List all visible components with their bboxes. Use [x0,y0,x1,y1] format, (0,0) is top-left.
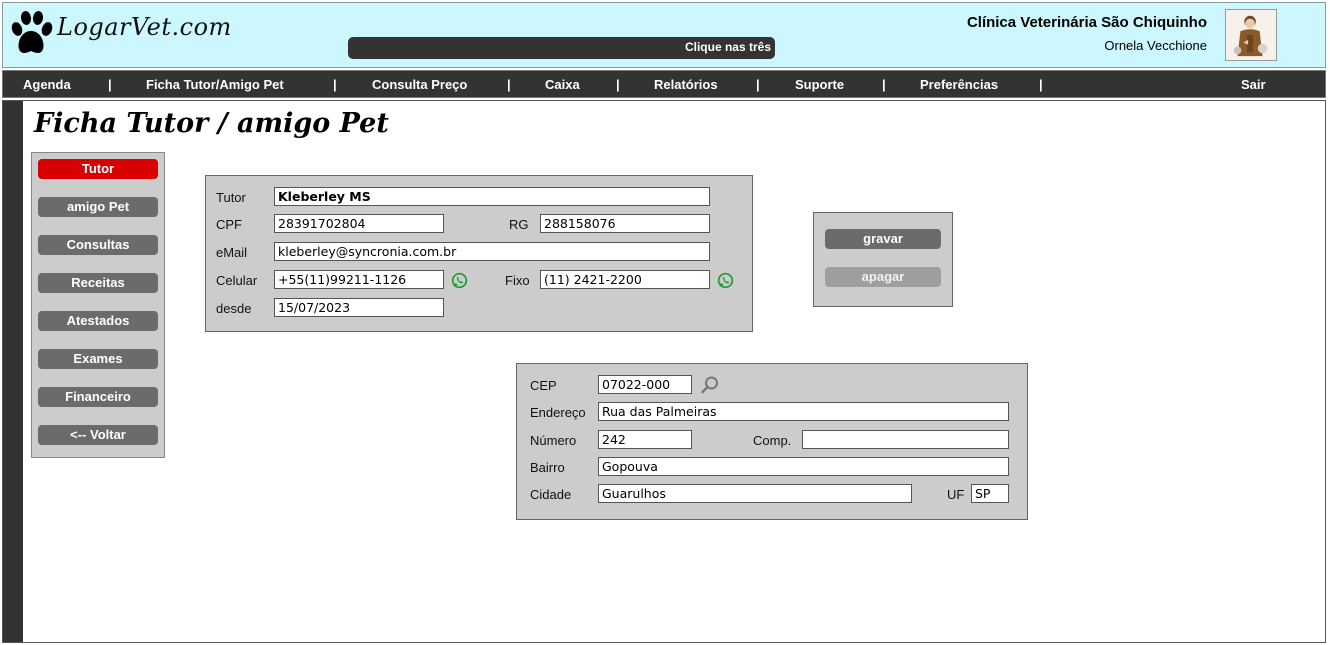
desde-label: desde [216,301,252,316]
app-logo-text: LogarVet.com [57,13,232,41]
uf-label: UF [947,487,965,502]
menu-item-caixa[interactable]: Caixa [545,76,580,93]
bairro-field[interactable]: Gopouva [598,457,1009,476]
whatsapp-icon[interactable] [451,272,468,289]
fixo-field[interactable]: (11) 2421-2200 [540,270,710,289]
main-menu-bar: Agenda | Ficha Tutor/Amigo Pet | Consult… [2,70,1326,98]
paw-print-icon [11,11,53,53]
delete-button[interactable]: apagar [825,267,941,287]
endereco-field[interactable]: Rua das Palmeiras [598,402,1009,421]
email-label: eMail [216,245,248,260]
news-ticker[interactable]: Clique nas três [348,37,775,59]
menu-item-agenda[interactable]: Agenda [23,76,71,93]
whatsapp-icon[interactable] [717,272,734,289]
menu-separator: | [108,77,112,92]
rg-label: RG [509,217,529,232]
numero-label: Número [530,433,577,448]
cpf-label: CPF [216,217,242,232]
user-avatar[interactable] [1225,9,1277,61]
menu-item-suporte[interactable]: Suporte [795,76,844,93]
complemento-field[interactable] [802,430,1009,449]
celular-field[interactable]: +55(11)99211-1126 [274,270,444,289]
bairro-label: Bairro [530,460,565,475]
address-panel: CEP 07022-000 Endereço Rua das Palmeiras… [516,363,1028,520]
numero-field[interactable]: 242 [598,430,692,449]
save-button[interactable]: gravar [825,229,941,249]
uf-field[interactable]: SP [971,484,1009,503]
menu-item-ficha-tutor[interactable]: Ficha Tutor/Amigo Pet [146,76,284,93]
cidade-field[interactable]: Guarulhos [598,484,912,503]
fixo-label: Fixo [505,273,530,288]
cep-field[interactable]: 07022-000 [598,375,692,394]
menu-separator: | [756,77,760,92]
cpf-field[interactable]: 28391702804 [274,214,444,233]
app-header: LogarVet.com Clique nas três Clínica Vet… [2,2,1326,68]
menu-separator: | [882,77,886,92]
nav-tutor-button[interactable]: Tutor [38,159,158,179]
cep-label: CEP [530,378,557,393]
rg-field[interactable]: 288158076 [540,214,710,233]
user-name: Ornela Vecchione [1104,38,1207,53]
tutor-label: Tutor [216,190,246,205]
menu-separator: | [1039,77,1043,92]
email-field[interactable]: kleberley@syncronia.com.br [274,242,710,261]
comp-label: Comp. [753,433,792,448]
endereco-label: Endereço [530,405,586,420]
tutor-name-field[interactable]: Kleberley MS [274,187,710,206]
menu-separator: | [507,77,511,92]
desde-field[interactable]: 15/07/2023 [274,298,444,317]
record-sidenav: Tutor amigo Pet Consultas Receitas Atest… [31,152,165,458]
menu-item-preferencias[interactable]: Preferências [920,76,998,93]
tutor-panel: Tutor Kleberley MS CPF 28391702804 RG 28… [205,175,753,332]
nav-consultas-button[interactable]: Consultas [38,235,158,255]
nav-receitas-button[interactable]: Receitas [38,273,158,293]
clinic-name: Clínica Veterinária São Chiquinho [966,14,1207,31]
nav-atestados-button[interactable]: Atestados [38,311,158,331]
nav-exames-button[interactable]: Exames [38,349,158,369]
celular-label: Celular [216,273,258,288]
menu-item-consulta-preco[interactable]: Consulta Preço [372,76,467,93]
menu-item-relatorios[interactable]: Relatórios [654,76,718,93]
nav-amigo-pet-button[interactable]: amigo Pet [38,197,158,217]
cidade-label: Cidade [530,487,572,502]
search-icon[interactable] [700,375,720,395]
nav-financeiro-button[interactable]: Financeiro [38,387,158,407]
menu-separator: | [616,77,620,92]
menu-separator: | [333,77,337,92]
nav-back-button[interactable]: <-- Voltar [38,425,158,445]
page-title: Ficha Tutor / amigo Pet [34,108,389,139]
actions-panel: gravar apagar [813,212,953,307]
logout-link[interactable]: Sair [1241,76,1266,93]
